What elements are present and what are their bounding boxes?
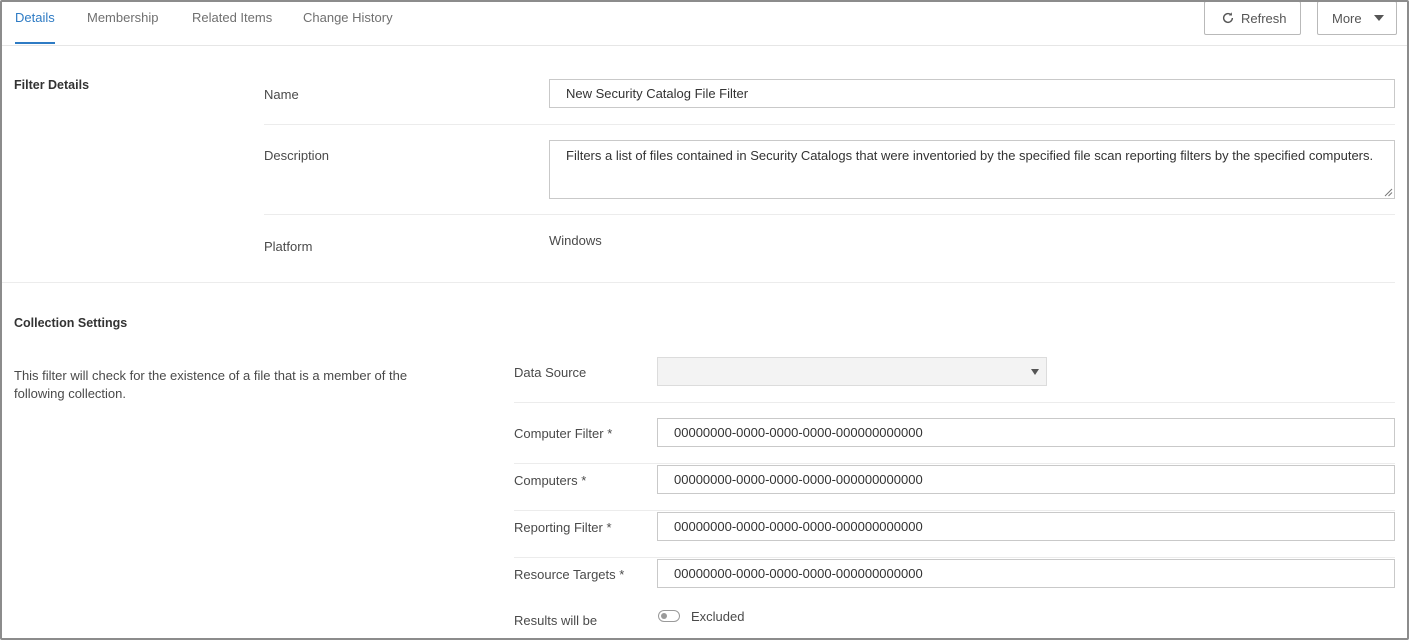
more-button[interactable]: More	[1317, 2, 1397, 35]
tab-change-history[interactable]: Change History	[303, 10, 393, 25]
reporting-filter-input[interactable]: 00000000-0000-0000-0000-000000000000	[657, 512, 1395, 541]
divider	[514, 402, 1395, 403]
description-textarea[interactable]: Filters a list of files contained in Sec…	[549, 140, 1395, 199]
divider	[514, 557, 1395, 558]
resource-targets-input[interactable]: 00000000-0000-0000-0000-000000000000	[657, 559, 1395, 588]
refresh-icon	[1222, 12, 1234, 24]
description-text: Filters a list of files contained in Sec…	[566, 148, 1374, 163]
data-source-select[interactable]	[657, 357, 1047, 386]
name-input[interactable]: New Security Catalog File Filter	[549, 79, 1395, 108]
toggle-knob	[661, 612, 667, 619]
collection-settings-description: This filter will check for the existence…	[14, 368, 408, 401]
divider	[514, 510, 1395, 511]
more-button-label: More	[1332, 10, 1362, 26]
resource-targets-label: Resource Targets *	[514, 567, 625, 582]
computers-label: Computers *	[514, 473, 587, 488]
collection-settings-title: Collection Settings	[14, 316, 128, 330]
tab-membership[interactable]: Membership	[87, 10, 159, 25]
description-label: Description	[264, 148, 330, 163]
section-divider	[2, 282, 1395, 283]
results-label: Results will be	[514, 613, 598, 628]
filter-detail-panel: Details Membership Related Items Change …	[0, 0, 1409, 640]
divider	[514, 463, 1395, 464]
active-tab-indicator	[15, 42, 55, 44]
chevron-down-icon	[1031, 369, 1039, 375]
tab-related-items[interactable]: Related Items	[192, 10, 272, 25]
reporting-filter-label: Reporting Filter *	[514, 520, 612, 535]
divider	[264, 124, 1395, 125]
refresh-button-label: Refresh	[1241, 10, 1287, 26]
platform-value: Windows	[549, 233, 602, 248]
computers-input[interactable]: 00000000-0000-0000-0000-000000000000	[657, 465, 1395, 494]
filter-details-title: Filter Details	[14, 78, 90, 92]
divider	[264, 214, 1395, 215]
chevron-down-icon	[1373, 15, 1384, 21]
resize-grip-icon[interactable]	[1384, 188, 1393, 197]
platform-label: Platform	[264, 239, 313, 254]
results-toggle[interactable]	[658, 610, 680, 622]
name-label: Name	[264, 87, 299, 102]
tab-details[interactable]: Details	[15, 10, 55, 25]
computer-filter-label: Computer Filter *	[514, 426, 613, 441]
refresh-button[interactable]: Refresh	[1204, 2, 1301, 35]
results-value: Excluded	[691, 609, 745, 624]
computer-filter-input[interactable]: 00000000-0000-0000-0000-000000000000	[657, 418, 1395, 447]
tab-bar: Details Membership Related Items Change …	[2, 2, 1407, 46]
data-source-label: Data Source	[514, 365, 587, 380]
